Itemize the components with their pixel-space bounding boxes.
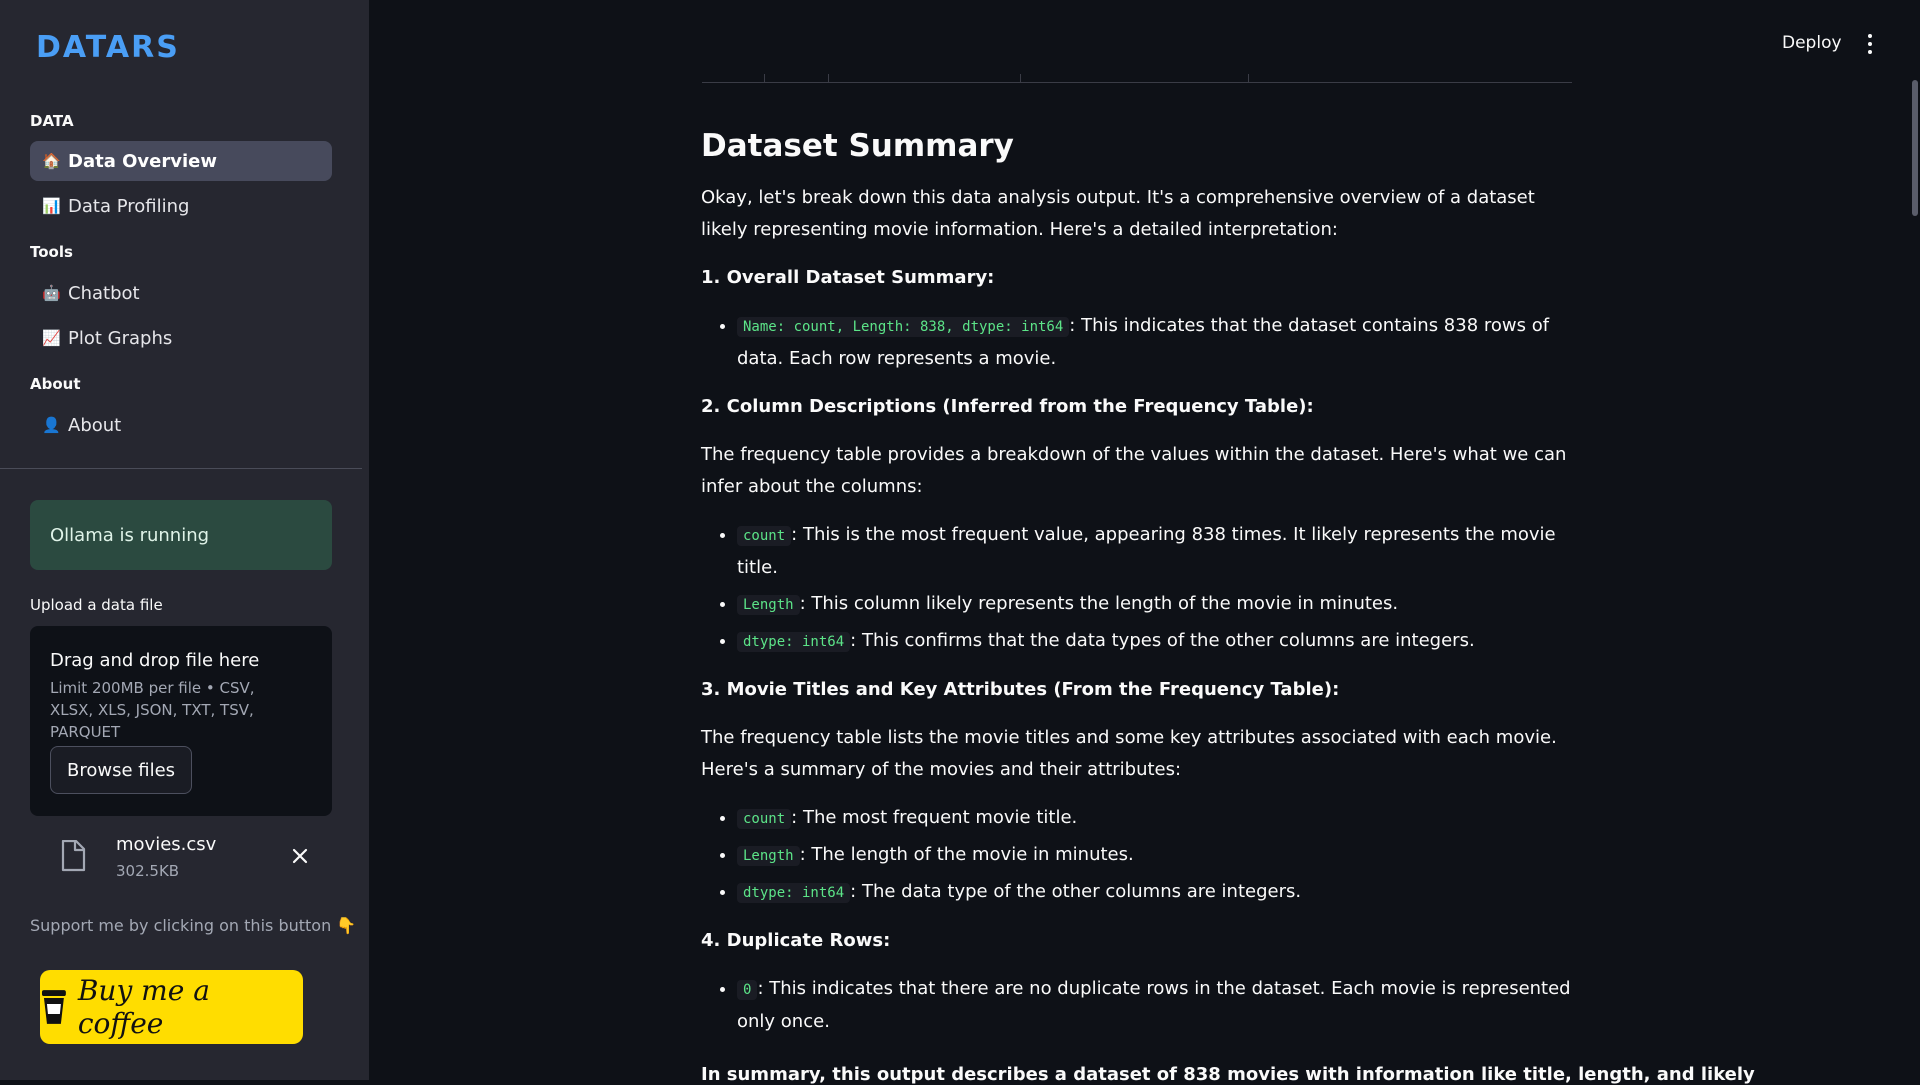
section-heading: 4. Duplicate Rows:	[701, 930, 891, 951]
list-item: count: This is the most frequent value, …	[737, 519, 1581, 584]
sidebar-item-data-profiling[interactable]: 📊 Data Profiling	[30, 186, 332, 226]
inline-code: count	[737, 526, 792, 546]
file-dropzone[interactable]: Drag and drop file here Limit 200MB per …	[30, 626, 332, 816]
bullet-list: count: This is the most frequent value, …	[701, 519, 1581, 658]
section-heading: 2. Column Descriptions (Inferred from th…	[701, 396, 1314, 417]
sidebar-item-about[interactable]: 👤 About	[30, 405, 332, 445]
list-item-text: : The most frequent movie title.	[791, 807, 1078, 828]
inline-code: count	[737, 809, 792, 829]
list-item: dtype: int64: This confirms that the dat…	[737, 625, 1581, 658]
table-remnant	[702, 60, 1578, 84]
inline-code: Length	[737, 846, 800, 866]
deploy-button[interactable]: Deploy	[1776, 32, 1848, 54]
sidebar: DATARS DATA 🏠 Data Overview 📊 Data Profi…	[0, 0, 369, 1080]
section-paragraph: The frequency table lists the movie titl…	[701, 727, 1557, 780]
list-item-text: : The length of the movie in minutes.	[799, 844, 1134, 865]
sidebar-item-data-overview[interactable]: 🏠 Data Overview	[30, 141, 332, 181]
sidebar-item-label: Chatbot	[68, 282, 140, 304]
inline-code: Name: count, Length: 838, dtype: int64	[737, 317, 1070, 337]
app-logo: DATARS	[36, 30, 180, 65]
scrollbar[interactable]	[1912, 80, 1918, 1080]
coffee-label: Buy me a coffee	[77, 974, 210, 1040]
status-alert: Ollama is running	[30, 500, 332, 570]
section-paragraph: The frequency table provides a breakdown…	[701, 444, 1567, 497]
line-chart-icon: 📈	[42, 329, 61, 347]
support-text: Support me by clicking on this button 👇	[30, 916, 357, 935]
section-heading: 1. Overall Dataset Summary:	[701, 267, 995, 288]
dropzone-title: Drag and drop file here	[50, 650, 260, 671]
summary-paragraph-cut: In summary, this output describes a data…	[701, 1064, 1755, 1085]
coffee-cup-icon	[41, 990, 66, 1024]
dropzone-limit: Limit 200MB per file • CSV, XLSX, XLS, J…	[50, 679, 255, 741]
list-item-text: : This column likely represents the leng…	[799, 593, 1399, 614]
uploaded-file: movies.csv 302.5KB	[30, 830, 332, 886]
scrollbar-thumb[interactable]	[1912, 80, 1918, 216]
more-options-icon[interactable]	[1864, 34, 1876, 56]
list-item: 0: This indicates that there are no dupl…	[737, 973, 1581, 1038]
nav-section-tools: Tools	[30, 243, 73, 261]
house-icon: 🏠	[42, 152, 61, 170]
main-content: Dataset Summary Okay, let's break down t…	[701, 128, 1581, 1054]
list-item-text: : This is the most frequent value, appea…	[737, 524, 1556, 578]
list-item: Length: This column likely represents th…	[737, 588, 1581, 621]
bullet-list: Name: count, Length: 838, dtype: int64: …	[701, 310, 1581, 375]
list-item-text: : The data type of the other columns are…	[850, 881, 1302, 902]
inline-code: 0	[737, 980, 758, 1000]
upload-label: Upload a data file	[30, 596, 163, 614]
list-item: count: The most frequent movie title.	[737, 802, 1581, 835]
inline-code: dtype: int64	[737, 632, 851, 652]
bullet-list: 0: This indicates that there are no dupl…	[701, 973, 1581, 1038]
sidebar-item-label: Plot Graphs	[68, 327, 173, 349]
sidebar-item-label: Data Overview	[68, 150, 217, 172]
sidebar-divider	[0, 468, 362, 469]
bullet-list: count: The most frequent movie title. Le…	[701, 802, 1581, 909]
list-item: dtype: int64: The data type of the other…	[737, 876, 1581, 909]
list-item-text: : This indicates that there are no dupli…	[737, 978, 1571, 1032]
nav-section-about: About	[30, 375, 81, 393]
file-icon	[61, 840, 86, 872]
browse-files-button[interactable]: Browse files	[50, 746, 193, 794]
inline-code: Length	[737, 595, 800, 615]
inline-code: dtype: int64	[737, 883, 851, 903]
list-item: Name: count, Length: 838, dtype: int64: …	[737, 310, 1581, 375]
robot-icon: 🤖	[42, 284, 61, 302]
intro-paragraph: Okay, let's break down this data analysi…	[701, 187, 1535, 240]
close-icon[interactable]	[288, 844, 312, 868]
sidebar-item-label: Data Profiling	[68, 195, 190, 217]
section-heading: 3. Movie Titles and Key Attributes (From…	[701, 679, 1340, 700]
nav-section-data: DATA	[30, 112, 74, 130]
list-item: Length: The length of the movie in minut…	[737, 839, 1581, 872]
buy-me-a-coffee-button[interactable]: Buy me a coffee	[40, 970, 303, 1044]
page-title: Dataset Summary	[701, 128, 1014, 164]
bar-chart-icon: 📊	[42, 197, 61, 215]
sidebar-item-label: About	[68, 414, 122, 436]
sidebar-item-plot-graphs[interactable]: 📈 Plot Graphs	[30, 318, 332, 358]
sidebar-item-chatbot[interactable]: 🤖 Chatbot	[30, 273, 332, 313]
list-item-text: : This confirms that the data types of t…	[850, 630, 1475, 651]
person-icon: 👤	[42, 416, 61, 434]
file-name: movies.csv	[116, 834, 217, 855]
file-size: 302.5KB	[116, 862, 180, 880]
